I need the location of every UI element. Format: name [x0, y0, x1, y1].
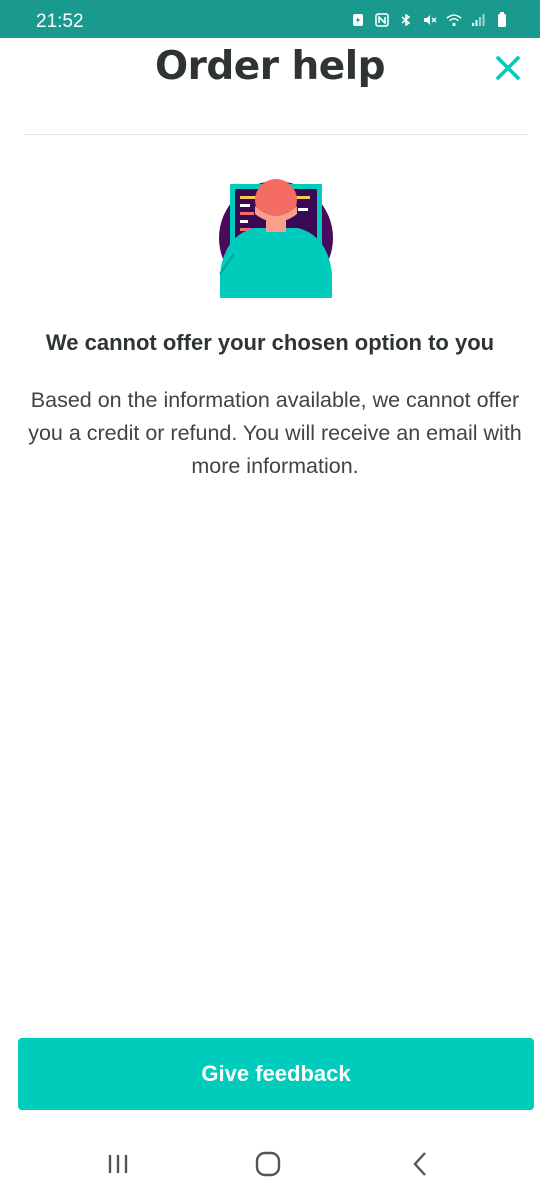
- battery-saver-icon: [350, 12, 366, 28]
- nfc-icon: [374, 12, 390, 28]
- back-icon: [413, 1152, 426, 1176]
- recent-apps-icon: [108, 1155, 128, 1173]
- message-title: We cannot offer your chosen option to yo…: [45, 330, 495, 355]
- signal-icon: [470, 12, 486, 28]
- person-at-computer-illustration: [214, 178, 338, 298]
- give-feedback-label: Give feedback: [201, 1061, 351, 1086]
- home-button[interactable]: [248, 1144, 288, 1184]
- status-time: 21:52: [36, 11, 84, 32]
- close-icon: [496, 56, 520, 80]
- wifi-icon: [446, 12, 462, 28]
- bluetooth-icon: [398, 12, 414, 28]
- header-divider: [24, 134, 528, 135]
- page-title: Order help: [154, 44, 386, 89]
- system-navbar: [0, 1130, 540, 1200]
- back-button[interactable]: [400, 1144, 440, 1184]
- mute-icon: [422, 12, 438, 28]
- message-body: Based on the information available, we c…: [28, 388, 522, 478]
- battery-icon: [494, 12, 510, 28]
- close-button[interactable]: [490, 50, 526, 86]
- home-icon: [255, 1151, 281, 1177]
- status-bar: 21:52: [0, 0, 540, 38]
- status-icons: [350, 12, 510, 28]
- give-feedback-button[interactable]: Give feedback: [18, 1038, 534, 1110]
- recent-apps-button[interactable]: [98, 1144, 138, 1184]
